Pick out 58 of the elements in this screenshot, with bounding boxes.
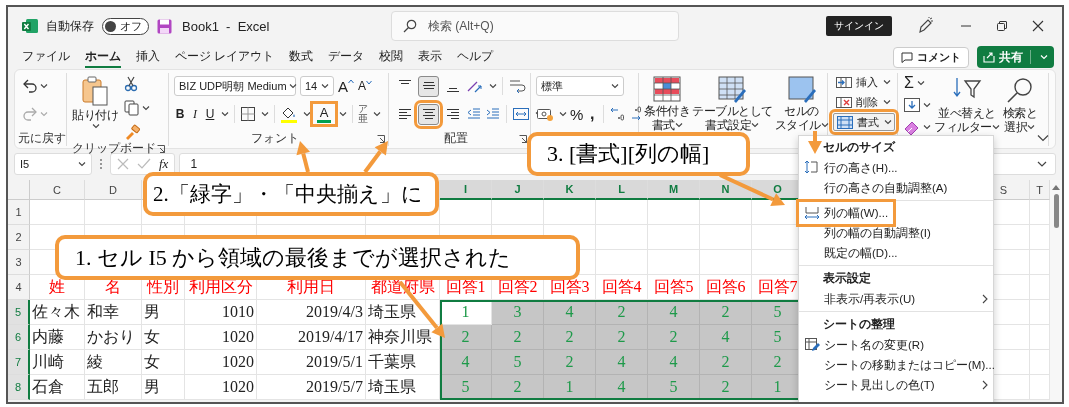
cell: 2 — [648, 325, 700, 350]
cell: 4 — [544, 300, 596, 325]
window-title: Book1 - Excel — [182, 18, 270, 34]
cell: 埼玉県 — [366, 375, 440, 400]
cell: 佐々木 — [30, 300, 85, 325]
cell: 4 — [440, 350, 492, 375]
cell: 2019/5/1 — [257, 350, 366, 375]
cell: 4 — [596, 350, 648, 375]
cell: 1020 — [185, 325, 257, 350]
cell: 回答5 — [648, 275, 700, 300]
cell: 2019/5/7 — [257, 375, 366, 400]
menu-heading: 表示設定 — [823, 270, 871, 287]
cell: 1010 — [185, 300, 257, 325]
menu-heading: シートの整理 — [823, 316, 895, 333]
callout: 1. セル I5 から領域の最後までが選択された — [55, 235, 580, 280]
cell: 2019/4/3 — [257, 300, 366, 325]
cell: 和幸 — [85, 300, 142, 325]
cell: 男 — [142, 300, 185, 325]
cell: 1020 — [185, 350, 257, 375]
cell: 5 — [648, 375, 700, 400]
cell: 石倉 — [30, 375, 85, 400]
cell: 川崎 — [30, 350, 85, 375]
cell: 1 — [544, 375, 596, 400]
callout: 2.「緑字」・「中央揃え」に — [143, 172, 439, 216]
cell: 4 — [596, 375, 648, 400]
cell: 女 — [142, 350, 185, 375]
cell: 2 — [700, 300, 752, 325]
cell: 男 — [142, 375, 185, 400]
cell: 千葉県 — [366, 350, 440, 375]
cell: 内藤 — [30, 325, 85, 350]
cell: 綾 — [85, 350, 142, 375]
cell: 2 — [700, 375, 752, 400]
cell: 5 — [492, 350, 544, 375]
cell: 女 — [142, 325, 185, 350]
cell: 五郎 — [85, 375, 142, 400]
cell: 4 — [648, 350, 700, 375]
cell: 2019/4/17 — [257, 325, 366, 350]
menu-heading: セルのサイズ — [823, 139, 895, 156]
group-label: フォント — [250, 129, 299, 147]
cell: 2 — [596, 300, 648, 325]
cell: 2 — [440, 325, 492, 350]
cell: 4 — [700, 325, 752, 350]
cell: 3 — [492, 300, 544, 325]
cell: 1020 — [185, 375, 257, 400]
cell: かおり — [85, 325, 142, 350]
group-label: 元に戻す — [17, 129, 66, 147]
cell: 2 — [596, 325, 648, 350]
cell: 回答4 — [596, 275, 648, 300]
cell: 2 — [700, 350, 752, 375]
cell: 2 — [544, 350, 596, 375]
group-label: 配置 — [443, 129, 468, 147]
cell: 2 — [492, 325, 544, 350]
autosave-label: 自動保存 — [46, 17, 94, 35]
cell: 回答6 — [700, 275, 752, 300]
cell: 4 — [648, 300, 700, 325]
cell: 2 — [544, 325, 596, 350]
cell: 2 — [492, 375, 544, 400]
callout: 3. [書式][列の幅] — [527, 132, 750, 176]
